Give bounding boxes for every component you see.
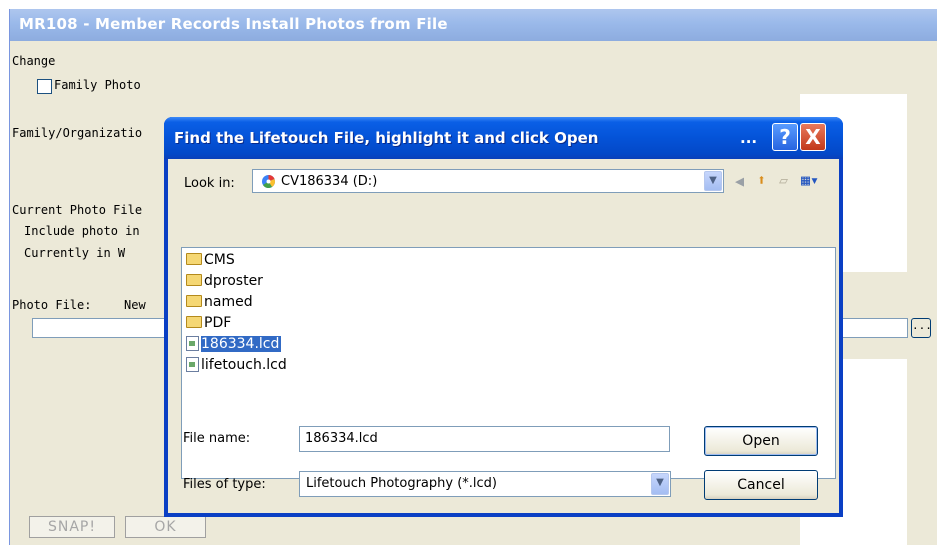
folder-icon bbox=[186, 295, 202, 307]
list-item[interactable]: dproster bbox=[186, 273, 263, 291]
look-in-value: CV186334 (D:) bbox=[281, 174, 378, 189]
close-button[interactable]: X bbox=[800, 123, 826, 151]
file-name-label: File name: bbox=[183, 431, 251, 446]
list-item[interactable]: PDF bbox=[186, 315, 231, 333]
folder-icon bbox=[186, 274, 202, 286]
current-photo-label: Current Photo File bbox=[12, 203, 143, 217]
look-in-label: Look in: bbox=[184, 176, 235, 191]
list-item-selected[interactable]: 186334.lcd bbox=[186, 335, 282, 354]
file-icon bbox=[186, 335, 199, 351]
folder-icon bbox=[186, 316, 202, 328]
family-photo-checkbox[interactable] bbox=[37, 79, 52, 94]
dialog-title: Find the Lifetouch File, highlight it an… bbox=[174, 129, 599, 147]
change-label: Change bbox=[12, 54, 56, 68]
family-photo-label: Family Photo bbox=[54, 78, 141, 92]
folder-icon bbox=[186, 253, 202, 265]
file-name-input[interactable]: 186334.lcd bbox=[299, 426, 670, 452]
dialog-titlebar[interactable]: Find the Lifetouch File, highlight it an… bbox=[164, 117, 843, 159]
dialog-title-ellipsis: ... bbox=[740, 129, 758, 147]
main-window-titlebar[interactable]: MR108 - Member Records Install Photos fr… bbox=[10, 9, 937, 41]
list-item-label: 186334.lcd bbox=[201, 336, 282, 352]
currently-in-label: Currently in W bbox=[24, 246, 126, 260]
ok-button[interactable]: OK bbox=[125, 516, 206, 538]
photo-file-new-label: New bbox=[124, 298, 146, 312]
dialog-body: Look in: CV186334 (D:) ▼ ◀ ⬆ ▱ ▦▾ CMS dp… bbox=[168, 159, 839, 513]
new-folder-icon[interactable]: ▱ bbox=[779, 171, 788, 189]
files-of-type-value: Lifetouch Photography (*.lcd) bbox=[306, 476, 497, 491]
list-item[interactable]: CMS bbox=[186, 252, 235, 270]
list-item-label: named bbox=[204, 294, 253, 310]
list-item[interactable]: lifetouch.lcd bbox=[186, 356, 287, 375]
files-of-type-dropdown[interactable]: Lifetouch Photography (*.lcd) ▼ bbox=[299, 471, 671, 497]
files-of-type-label: Files of type: bbox=[183, 477, 266, 492]
list-item-label: lifetouch.lcd bbox=[201, 357, 287, 373]
open-file-dialog: Find the Lifetouch File, highlight it an… bbox=[164, 117, 843, 517]
file-icon bbox=[186, 356, 199, 372]
open-button[interactable]: Open bbox=[704, 426, 818, 456]
view-menu-icon[interactable]: ▦▾ bbox=[801, 171, 819, 189]
list-item-label: CMS bbox=[204, 252, 235, 268]
chevron-down-icon[interactable]: ▼ bbox=[651, 473, 669, 495]
back-icon[interactable]: ◀ bbox=[735, 172, 744, 190]
up-folder-icon[interactable]: ⬆ bbox=[757, 171, 766, 189]
list-item-label: dproster bbox=[204, 273, 263, 289]
list-item[interactable]: named bbox=[186, 294, 253, 312]
family-org-label: Family/Organizatio bbox=[12, 126, 143, 140]
look-in-dropdown[interactable]: CV186334 (D:) ▼ bbox=[252, 169, 724, 193]
main-window-title: MR108 - Member Records Install Photos fr… bbox=[19, 15, 448, 33]
photo-file-label: Photo File: bbox=[12, 298, 92, 312]
include-photo-label: Include photo in bbox=[24, 224, 140, 238]
help-button[interactable]: ? bbox=[772, 123, 798, 151]
browse-button[interactable]: ... bbox=[911, 318, 932, 338]
chevron-down-icon[interactable]: ▼ bbox=[704, 171, 722, 191]
drive-icon bbox=[262, 175, 276, 189]
cancel-button[interactable]: Cancel bbox=[704, 470, 818, 500]
snap-button[interactable]: SNAP! bbox=[29, 516, 115, 538]
list-item-label: PDF bbox=[204, 315, 232, 331]
